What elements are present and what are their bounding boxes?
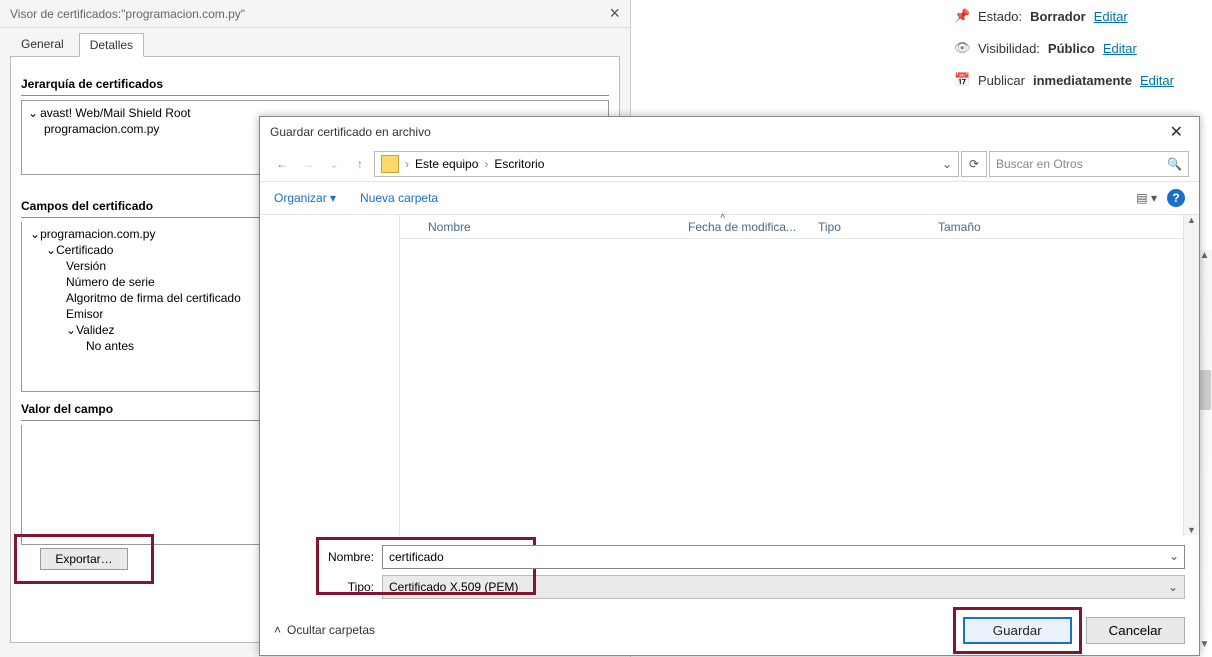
nav-back-icon[interactable]: ← — [270, 152, 294, 176]
chevron-up-icon: ˄ — [274, 623, 281, 637]
save-form: Nombre: ⌄ Tipo: Certificado X.509 (PEM) … — [260, 535, 1199, 605]
schedule-edit-link[interactable]: Editar — [1140, 73, 1174, 88]
file-list-scrollbar[interactable]: ▲ ▼ — [1183, 215, 1199, 535]
breadcrumb-root[interactable]: Este equipo — [415, 157, 478, 171]
scroll-thumb[interactable] — [1199, 370, 1211, 410]
publish-visibility-row: 👁 Visibilidad: Público Editar — [942, 32, 1212, 64]
filetype-value: Certificado X.509 (PEM) — [389, 580, 1168, 594]
folder-icon — [381, 155, 399, 173]
schedule-value: inmediatamente — [1033, 73, 1132, 88]
chevron-down-icon: ⌄ — [28, 106, 38, 120]
eye-icon: 👁 — [954, 40, 970, 56]
chevron-down-icon[interactable]: ⌄ — [942, 157, 952, 171]
visibility-value: Público — [1048, 41, 1095, 56]
col-header-size[interactable]: Tamaño — [930, 220, 1010, 234]
cancel-button[interactable]: Cancelar — [1086, 617, 1185, 644]
publish-status-row: 📌 Estado: Borrador Editar — [942, 0, 1212, 32]
dialog-action-row: ˄ Ocultar carpetas Guardar Cancelar — [260, 605, 1199, 655]
cert-tabs: General Detalles — [0, 28, 630, 56]
status-edit-link[interactable]: Editar — [1094, 9, 1128, 24]
close-icon[interactable]: × — [609, 3, 620, 24]
pin-icon: 📌 — [954, 8, 970, 24]
refresh-icon[interactable]: ⟳ — [961, 151, 987, 177]
file-browser-area: ˄ Nombre Fecha de modifica... Tipo Tamañ… — [260, 215, 1199, 535]
chevron-down-icon: ⌄ — [1168, 580, 1178, 594]
filetype-combobox[interactable]: Certificado X.509 (PEM) ⌄ — [382, 575, 1185, 599]
filetype-row: Tipo: Certificado X.509 (PEM) ⌄ — [320, 575, 1185, 599]
hierarchy-label: Jerarquía de certificados — [21, 67, 609, 96]
tab-general[interactable]: General — [10, 32, 75, 56]
dialog-close-icon[interactable]: ✕ — [1164, 122, 1189, 142]
scroll-up-icon[interactable]: ▲ — [1184, 215, 1199, 225]
cert-viewer-title: Visor de certificados:"programacion.com.… — [10, 7, 245, 21]
search-icon[interactable]: 🔍 — [1167, 157, 1182, 171]
status-label: Estado: — [978, 9, 1022, 24]
breadcrumb-bar[interactable]: › Este equipo › Escritorio ⌄ — [374, 151, 959, 177]
save-button[interactable]: Guardar — [963, 617, 1072, 644]
search-placeholder: Buscar en Otros — [996, 157, 1083, 171]
column-headers: Nombre Fecha de modifica... Tipo Tamaño — [400, 215, 1199, 239]
col-header-name[interactable]: Nombre — [420, 220, 680, 234]
scroll-down-icon[interactable]: ▼ — [1184, 525, 1199, 535]
breadcrumb-leaf[interactable]: Escritorio — [494, 157, 544, 171]
organize-menu[interactable]: Organizar ▾ — [274, 191, 336, 205]
col-header-date[interactable]: Fecha de modifica... — [680, 220, 810, 234]
filename-row: Nombre: ⌄ — [320, 545, 1185, 569]
sort-indicator-icon: ˄ — [720, 211, 725, 221]
chevron-right-icon: › — [405, 157, 409, 171]
publish-schedule-row: 📅 Publicar inmediatamente Editar — [942, 64, 1212, 96]
nav-recent-icon[interactable]: ⌄ — [322, 152, 346, 176]
tab-details[interactable]: Detalles — [79, 33, 144, 57]
search-input-wrapper[interactable]: Buscar en Otros 🔍 — [989, 151, 1189, 177]
dialog-toolbar: Organizar ▾ Nueva carpeta ▤ ▾ ? — [260, 181, 1199, 215]
calendar-icon: 📅 — [954, 72, 970, 88]
dialog-title: Guardar certificado en archivo — [270, 125, 431, 139]
filename-input[interactable] — [382, 545, 1185, 569]
visibility-edit-link[interactable]: Editar — [1103, 41, 1137, 56]
filename-label: Nombre: — [320, 550, 382, 564]
view-options-icon[interactable]: ▤ ▾ — [1136, 191, 1157, 205]
chevron-right-icon: › — [484, 157, 488, 171]
nav-up-icon[interactable]: ↑ — [348, 152, 372, 176]
cert-viewer-titlebar: Visor de certificados:"programacion.com.… — [0, 0, 630, 28]
schedule-label: Publicar — [978, 73, 1025, 88]
chevron-down-icon[interactable]: ⌄ — [1169, 549, 1179, 563]
save-highlight-wrapper: Guardar — [963, 617, 1072, 644]
col-header-type[interactable]: Tipo — [810, 220, 930, 234]
dialog-titlebar: Guardar certificado en archivo ✕ — [260, 117, 1199, 147]
hide-folders-toggle[interactable]: ˄ Ocultar carpetas — [274, 623, 375, 637]
help-icon[interactable]: ? — [1167, 189, 1185, 207]
export-button[interactable]: Exportar… — [40, 548, 127, 570]
new-folder-button[interactable]: Nueva carpeta — [360, 191, 438, 205]
export-highlight: Exportar… — [14, 534, 154, 584]
save-as-dialog: Guardar certificado en archivo ✕ ← → ⌄ ↑… — [259, 116, 1200, 656]
nav-row: ← → ⌄ ↑ › Este equipo › Escritorio ⌄ ⟳ B… — [260, 147, 1199, 181]
visibility-label: Visibilidad: — [978, 41, 1040, 56]
nav-forward-icon: → — [296, 152, 320, 176]
filetype-label: Tipo: — [320, 580, 382, 594]
file-list-pane[interactable]: ˄ Nombre Fecha de modifica... Tipo Tamañ… — [400, 215, 1199, 535]
status-value: Borrador — [1030, 9, 1086, 24]
nav-tree-pane[interactable] — [260, 215, 400, 535]
